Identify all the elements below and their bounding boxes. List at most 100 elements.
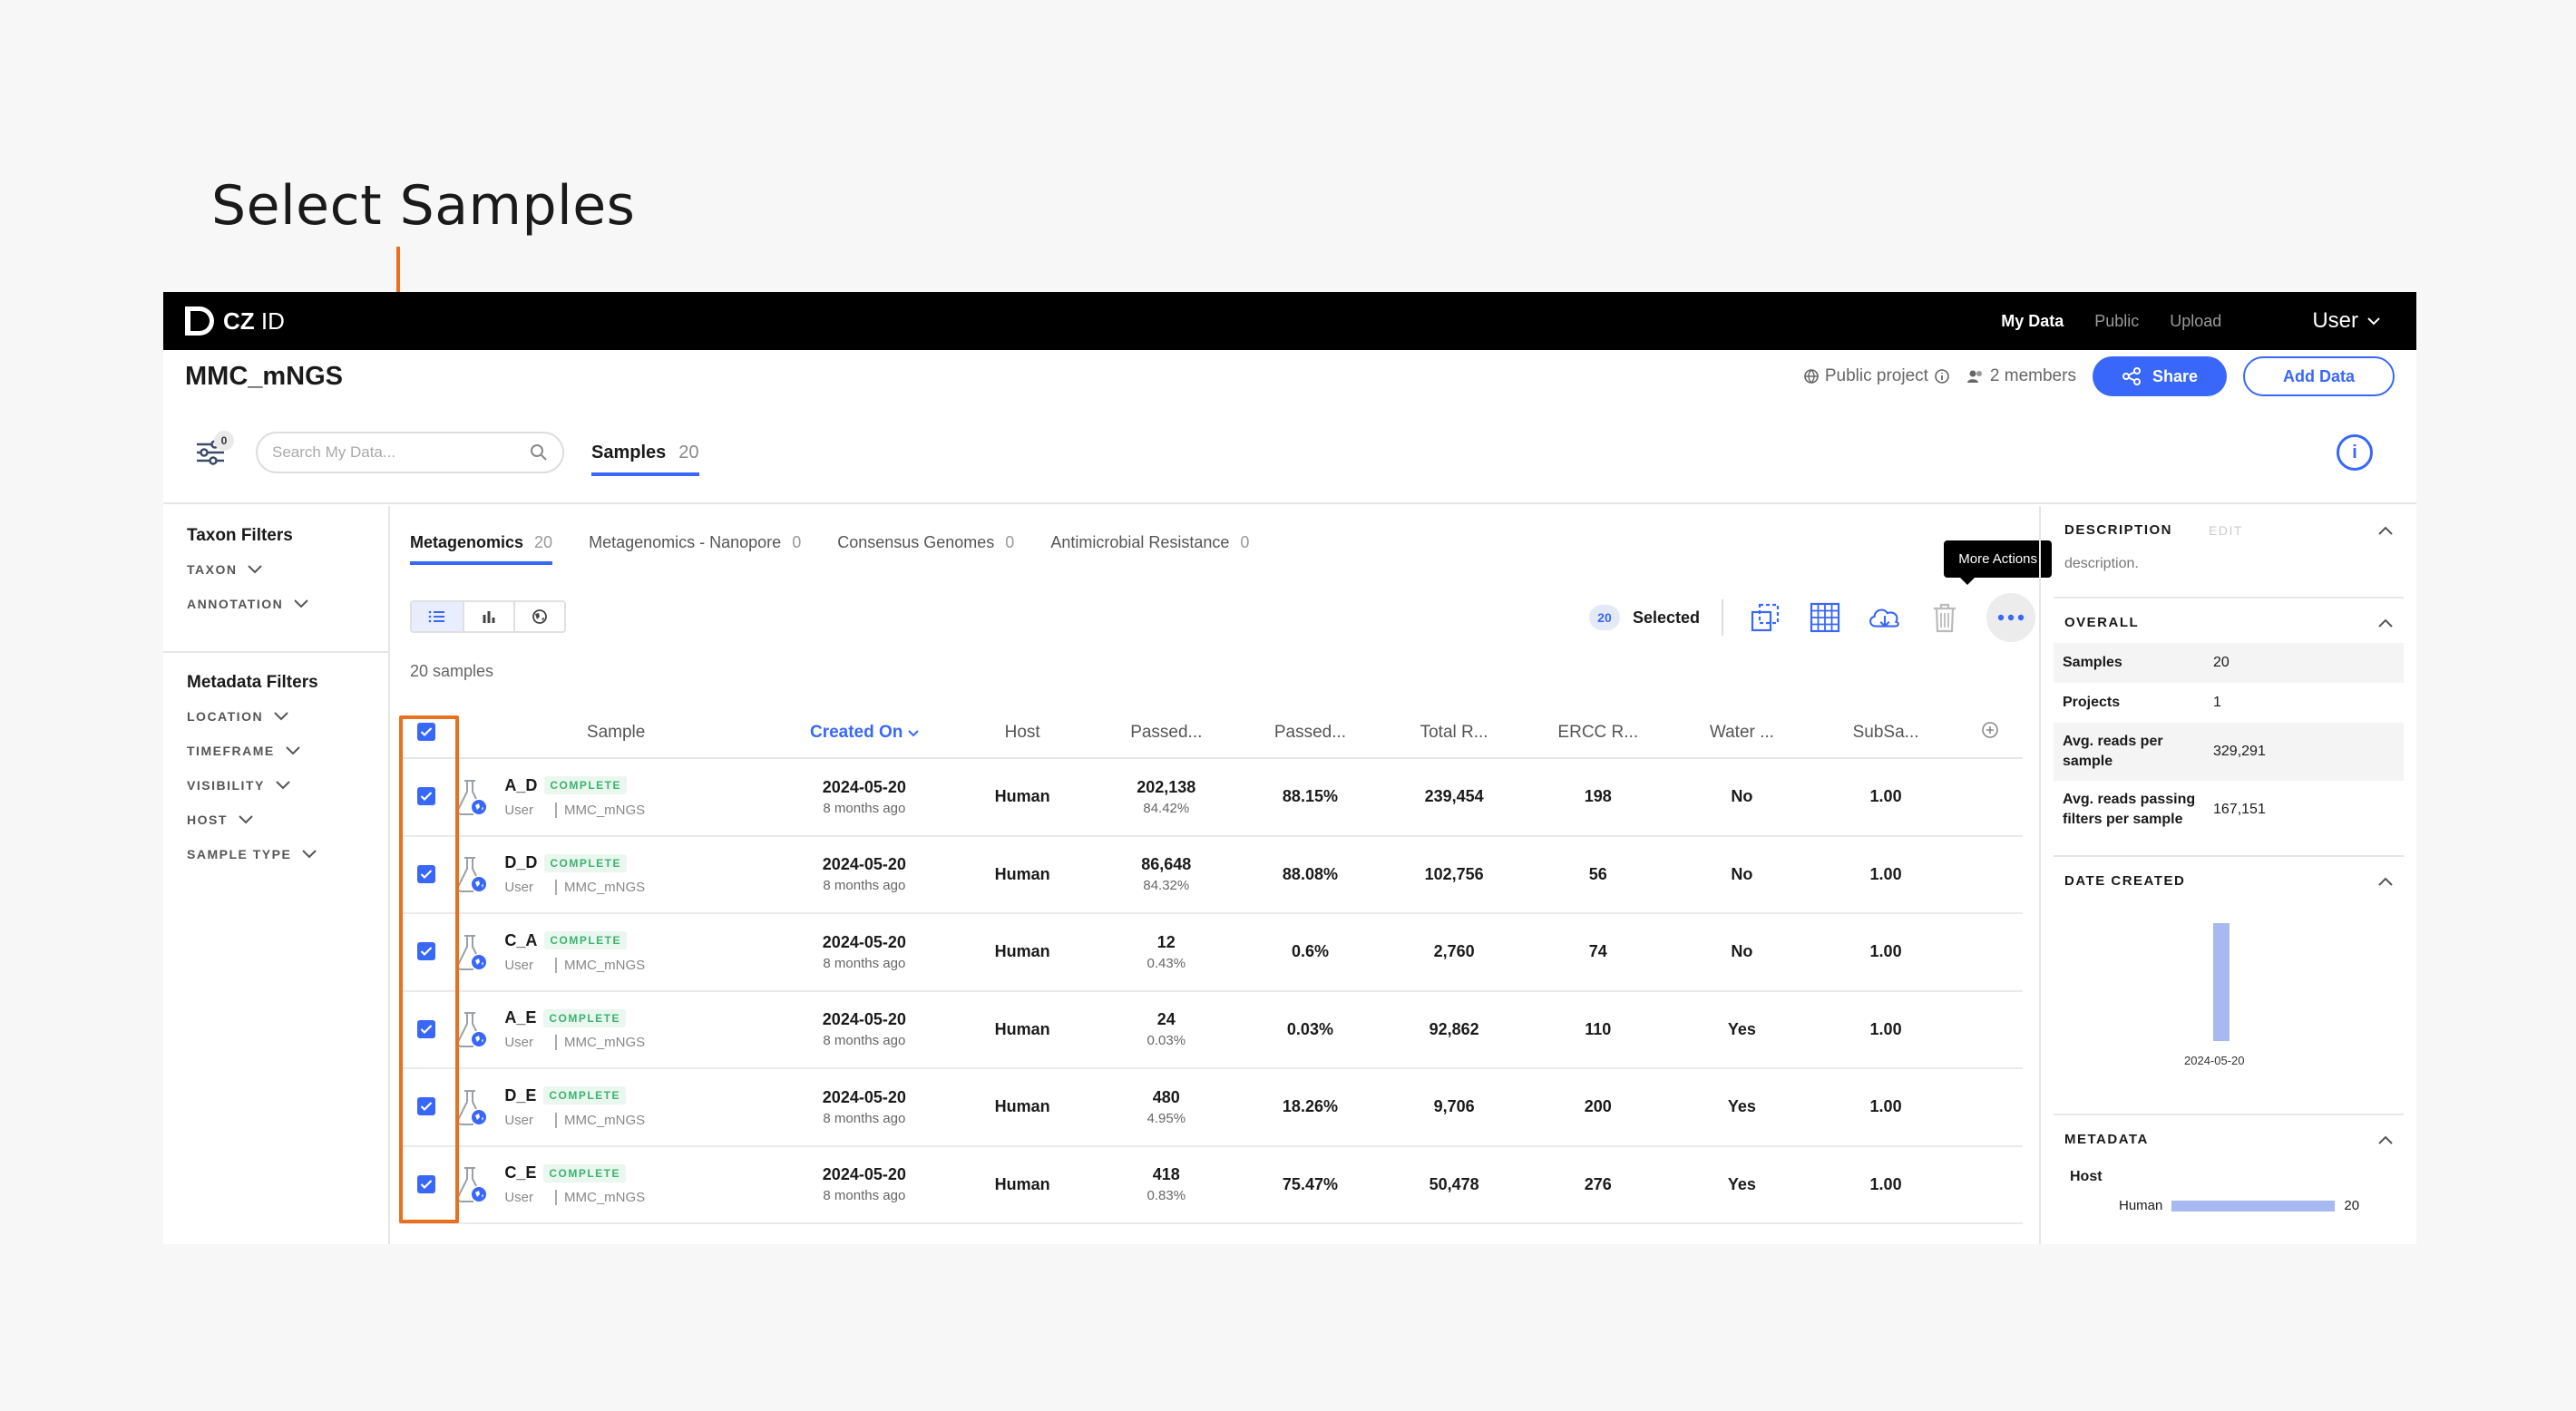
table-row[interactable]: D_D COMPLETE User MMC_mNGS 2024-05-20 8 month… — [399, 835, 2023, 914]
sample-name[interactable]: A_D — [504, 776, 537, 795]
bulk-kickoff-button[interactable] — [1747, 599, 1783, 636]
sample-cell[interactable]: A_D COMPLETE User MMC_mNGS — [454, 758, 778, 837]
search-input[interactable]: Search My Data... — [256, 432, 564, 473]
globe-icon — [1804, 369, 1819, 384]
sample-cell[interactable]: D_D COMPLETE User MMC_mNGS — [454, 835, 778, 914]
sample-name[interactable]: D_D — [504, 853, 537, 872]
sample-name[interactable]: D_E — [504, 1086, 536, 1105]
column-total-reads[interactable]: Total R... — [1381, 707, 1527, 759]
tab-consensus-genomes[interactable]: Consensus Genomes 0 — [837, 533, 1014, 565]
nav-upload[interactable]: Upload — [2170, 312, 2221, 331]
details-sidebar: DESCRIPTION EDIT description. OVERALL Sa… — [2039, 506, 2416, 1244]
sample-name[interactable]: C_E — [504, 1163, 536, 1182]
table-row[interactable]: D_E COMPLETE User MMC_mNGS 2024-05-20 8 month… — [399, 1068, 2023, 1147]
host-bar-fill — [2171, 1200, 2336, 1212]
samples-table: Sample Created On Host Passed... Passed.… — [399, 707, 2023, 1224]
add-data-button[interactable]: Add Data — [2242, 356, 2395, 396]
filter-timeframe[interactable]: TIMEFRAME — [187, 744, 365, 758]
status-badge: COMPLETE — [543, 1086, 627, 1105]
passed-qc-cell: 12 0.43% — [1094, 913, 1239, 992]
tab-metagenomics[interactable]: Metagenomics 20 — [410, 533, 553, 565]
tab-antimicrobial-resistance[interactable]: Antimicrobial Resistance 0 — [1050, 533, 1249, 565]
passed-filters-cell: 0.6% — [1238, 913, 1382, 992]
filter-host[interactable]: HOST — [187, 813, 365, 827]
host-cell: Human — [950, 758, 1095, 837]
filters-toggle-button[interactable]: 0 — [185, 427, 236, 478]
metadata-host-label: Host — [2070, 1169, 2103, 1184]
table-row[interactable]: C_E COMPLETE User MMC_mNGS 2024-05-20 8 month… — [399, 1145, 2023, 1224]
column-add-header[interactable] — [1957, 707, 2023, 759]
chevron-down-icon — [274, 712, 288, 721]
czid-logo-icon — [185, 307, 214, 336]
chevron-down-icon — [276, 781, 290, 790]
info-panel-button[interactable]: i — [2337, 434, 2373, 471]
czid-logo[interactable]: CZ ID — [185, 307, 285, 336]
filter-sample-type[interactable]: SAMPLE TYPE — [187, 847, 365, 861]
user-menu[interactable]: User — [2312, 308, 2380, 334]
flask-globe-icon — [457, 1012, 487, 1048]
sample-owner: User — [504, 957, 533, 973]
table-row[interactable]: A_E COMPLETE User MMC_mNGS 2024-05-20 8 month… — [399, 990, 2023, 1069]
members-label[interactable]: 2 members — [1966, 366, 2076, 386]
tab-metagenomics-nanopore[interactable]: Metagenomics - Nanopore 0 — [589, 533, 801, 565]
column-passed-qc[interactable]: Passed... — [1094, 707, 1239, 759]
bulk-actions: 20 Selected More Actions — [1588, 540, 2052, 642]
nav-my-data[interactable]: My Data — [2001, 312, 2064, 331]
sample-name[interactable]: A_E — [504, 1008, 536, 1027]
ercc-reads-cell: 74 — [1526, 913, 1671, 992]
chevron-up-icon[interactable] — [2378, 618, 2393, 628]
more-actions-button[interactable] — [1986, 593, 2035, 642]
chart-view-button[interactable] — [463, 602, 513, 631]
table-row[interactable]: C_A COMPLETE User MMC_mNGS 2024-05-20 8 month… — [399, 913, 2023, 992]
public-project-label[interactable]: Public project — [1803, 366, 1950, 386]
column-created-on[interactable]: Created On — [777, 707, 951, 759]
table-row[interactable]: A_D COMPLETE User MMC_mNGS 2024-05-20 8 month… — [399, 758, 2023, 837]
nav-public[interactable]: Public — [2094, 312, 2139, 331]
edit-description-button[interactable]: EDIT — [2209, 523, 2243, 538]
download-button[interactable] — [1867, 599, 1903, 636]
selected-count-badge: 20 — [1588, 605, 1620, 630]
copy-icon — [1751, 603, 1780, 632]
column-water-control[interactable]: Water ... — [1670, 707, 1814, 759]
filter-annotation[interactable]: ANNOTATION — [187, 597, 365, 611]
sample-cell[interactable]: C_E COMPLETE User MMC_mNGS — [454, 1145, 778, 1224]
water-control-cell: Yes — [1670, 990, 1814, 1069]
chevron-up-icon[interactable] — [2378, 526, 2393, 535]
filter-location[interactable]: LOCATION — [187, 709, 365, 724]
column-host[interactable]: Host — [950, 707, 1095, 759]
created-on-cell: 2024-05-20 8 months ago — [777, 835, 951, 914]
chevron-down-icon — [248, 565, 263, 574]
sample-cell[interactable]: C_A COMPLETE User MMC_mNGS — [454, 913, 778, 992]
cloud-download-icon — [1869, 608, 1899, 628]
list-view-button[interactable] — [412, 602, 463, 631]
chevron-up-icon[interactable] — [2378, 1135, 2393, 1144]
host-cell: Human — [950, 913, 1095, 992]
column-passed-filters[interactable]: Passed... — [1238, 707, 1382, 759]
top-navbar: CZ ID My Data Public Upload User — [163, 292, 2416, 350]
ercc-reads-cell: 56 — [1526, 835, 1671, 914]
histogram-bar[interactable] — [2213, 923, 2230, 1041]
column-subsampled[interactable]: SubSa... — [1813, 707, 1958, 759]
column-ercc-reads[interactable]: ERCC R... — [1526, 707, 1671, 759]
sample-name[interactable]: C_A — [504, 931, 537, 950]
delete-button[interactable] — [1927, 599, 1963, 636]
metadata-host-bar[interactable]: Human 20 — [2119, 1198, 2393, 1213]
sample-cell[interactable]: D_E COMPLETE User MMC_mNGS — [454, 1068, 778, 1147]
created-on-cell: 2024-05-20 8 months ago — [777, 1068, 951, 1147]
chevron-down-icon — [907, 729, 919, 736]
map-view-button[interactable] — [513, 602, 564, 631]
passed-filters-cell: 0.03% — [1238, 990, 1382, 1069]
sample-project: MMC_mNGS — [555, 957, 645, 973]
filter-taxon[interactable]: TAXON — [187, 562, 365, 577]
stat-row: Projects 1 — [2063, 695, 2221, 710]
share-button[interactable]: Share — [2092, 356, 2227, 396]
filter-visibility[interactable]: VISIBILITY — [187, 778, 365, 793]
passed-filters-cell: 18.26% — [1238, 1068, 1382, 1147]
search-placeholder: Search My Data... — [272, 443, 396, 461]
heatmap-button[interactable] — [1807, 599, 1843, 636]
total-reads-cell: 2,760 — [1381, 913, 1527, 992]
sample-cell[interactable]: A_E COMPLETE User MMC_mNGS — [454, 990, 778, 1069]
chevron-up-icon[interactable] — [2378, 877, 2393, 886]
column-sample[interactable]: Sample — [454, 707, 778, 759]
tab-samples[interactable]: Samples 20 — [591, 443, 699, 476]
